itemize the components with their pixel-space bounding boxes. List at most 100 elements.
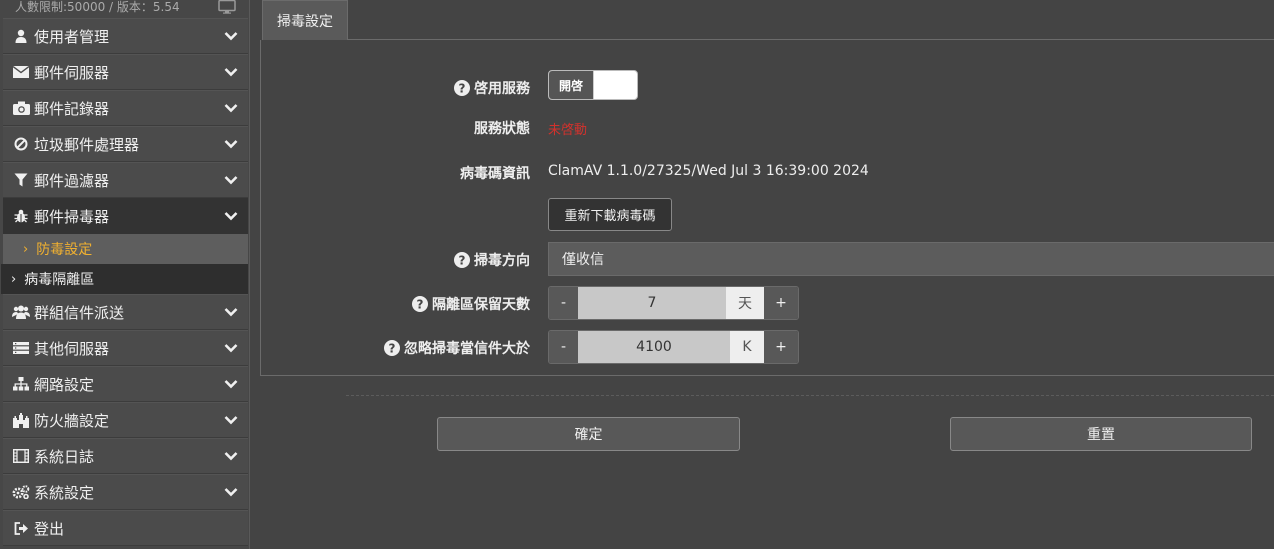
sidebar-item-mail-antivirus[interactable]: 郵件掃毒器 — [3, 198, 248, 234]
chevron-down-icon — [224, 68, 238, 77]
chevron-down-icon — [224, 32, 238, 41]
sidebar-item-label: 系統設定 — [34, 483, 95, 502]
quarantine-days-label: ? 隔離區保留天數 — [412, 294, 530, 314]
service-status-label: 服務狀態 — [474, 118, 530, 138]
chevron-down-icon — [224, 416, 238, 425]
svg-text:?: ? — [459, 82, 466, 96]
sidebar-item-system-log[interactable]: 系統日誌 — [3, 438, 248, 474]
reset-button[interactable]: 重置 — [950, 417, 1252, 451]
scan-direction-select[interactable]: 僅收信 — [548, 242, 1274, 276]
server-icon — [11, 340, 31, 356]
sidebar-item-label: 其他伺服器 — [34, 339, 110, 358]
svg-text:?: ? — [459, 254, 466, 268]
sidebar-item-label: 郵件掃毒器 — [34, 207, 110, 226]
subitem-label: 防毒設定 — [36, 242, 93, 258]
sidebar-item-group-mail[interactable]: 群組信件派送 — [3, 294, 248, 330]
chevron-down-icon — [224, 308, 238, 317]
chevron-right-icon: › — [23, 241, 29, 257]
label-text: 忽略掃毒當信件大於 — [404, 341, 530, 357]
label-text: 啓用服務 — [474, 81, 530, 97]
tab-label: 掃毒設定 — [277, 13, 333, 30]
sidebar-item-mail-server[interactable]: 郵件伺服器 — [3, 54, 248, 90]
label-text: 服務狀態 — [474, 121, 530, 137]
chevron-down-icon — [224, 488, 238, 497]
sidebar-item-other-servers[interactable]: 其他伺服器 — [3, 330, 248, 366]
sidebar-item-label: 垃圾郵件處理器 — [34, 135, 140, 154]
sidebar-item-label: 使用者管理 — [34, 27, 110, 46]
unit-label: 天 — [726, 287, 764, 319]
gears-icon — [11, 484, 31, 500]
question-circle-icon[interactable]: ? — [412, 296, 428, 312]
license-text: 人數限制:50000 / 版本：5.54 — [15, 0, 180, 14]
chevron-down-icon — [224, 380, 238, 389]
virus-db-value: ClamAV 1.1.0/27325/Wed Jul 3 16:39:00 20… — [548, 163, 869, 179]
enable-service-toggle[interactable]: 開啓 — [548, 70, 638, 100]
chevron-down-icon — [224, 140, 238, 149]
subitem-label: 病毒隔離區 — [24, 272, 95, 288]
divider — [346, 395, 1274, 396]
envelope-icon — [11, 64, 31, 80]
sidebar-item-spam-handler[interactable]: 垃圾郵件處理器 — [3, 126, 248, 162]
increment-button[interactable]: + — [764, 287, 798, 319]
tab-scan-settings[interactable]: 掃毒設定 — [262, 0, 348, 40]
filter-icon — [11, 172, 31, 188]
sitemap-icon — [11, 376, 31, 392]
users-icon — [11, 304, 31, 320]
film-icon — [11, 448, 31, 464]
sidebar-item-mail-logger[interactable]: 郵件記錄器 — [3, 90, 248, 126]
quarantine-days-stepper: - 7 天 + — [548, 286, 799, 320]
bug-icon — [11, 208, 31, 224]
ban-icon — [11, 136, 31, 152]
ignore-size-label: ? 忽略掃毒當信件大於 — [384, 338, 530, 358]
sidebar-item-user-management[interactable]: 使用者管理 — [3, 18, 248, 54]
sidebar-item-network-settings[interactable]: 網路設定 — [3, 366, 248, 402]
sidebar-item-label: 登出 — [34, 519, 65, 538]
label-text: 掃毒方向 — [474, 253, 530, 269]
sidebar-item-label: 群組信件派送 — [34, 303, 125, 322]
question-circle-icon[interactable]: ? — [384, 340, 400, 356]
chevron-down-icon — [224, 344, 238, 353]
confirm-button[interactable]: 確定 — [437, 417, 740, 451]
chevron-right-icon: › — [11, 271, 17, 287]
label-text: 隔離區保留天數 — [432, 297, 530, 313]
service-status-value: 未啓動 — [548, 123, 588, 138]
decrement-button[interactable]: - — [549, 287, 578, 319]
subitem-virus-quarantine[interactable]: › 病毒隔離區 — [1, 264, 248, 294]
increment-button[interactable]: + — [764, 331, 798, 363]
select-value: 僅收信 — [562, 252, 604, 268]
sidebar-item-label: 系統日誌 — [34, 447, 95, 466]
ignore-size-stepper: - 4100 K + — [548, 330, 799, 364]
enable-service-label: ? 啓用服務 — [454, 78, 530, 98]
sidebar-item-label: 郵件記錄器 — [34, 99, 110, 118]
monitor-icon[interactable] — [218, 0, 236, 14]
castle-icon — [11, 412, 31, 428]
license-info: 人數限制:50000 / 版本：5.54 — [0, 0, 249, 18]
question-circle-icon[interactable]: ? — [454, 80, 470, 96]
sidebar-item-mail-filter[interactable]: 郵件過濾器 — [3, 162, 248, 198]
camera-icon — [11, 100, 31, 116]
subitem-antivirus-settings[interactable]: › 防毒設定 — [3, 234, 248, 264]
svg-text:?: ? — [389, 342, 396, 356]
question-circle-icon[interactable]: ? — [454, 252, 470, 268]
sidebar: 人數限制:50000 / 版本：5.54 使用者管理 郵件伺服器 郵件記錄器 垃… — [0, 0, 250, 549]
toggle-on-label: 開啓 — [549, 71, 594, 99]
svg-text:?: ? — [417, 298, 424, 312]
quarantine-days-input[interactable]: 7 — [578, 287, 726, 319]
unit-label: K — [730, 331, 764, 363]
tab-bar: 掃毒設定 — [262, 0, 1274, 40]
sidebar-item-label: 郵件過濾器 — [34, 171, 110, 190]
sidebar-item-label: 郵件伺服器 — [34, 63, 110, 82]
scan-direction-label: ? 掃毒方向 — [454, 250, 530, 270]
sidebar-item-logout[interactable]: 登出 — [3, 510, 248, 546]
chevron-down-icon — [224, 176, 238, 185]
sign-out-icon — [11, 520, 31, 536]
sidebar-item-firewall-settings[interactable]: 防火牆設定 — [3, 402, 248, 438]
ignore-size-input[interactable]: 4100 — [578, 331, 730, 363]
decrement-button[interactable]: - — [549, 331, 578, 363]
sidebar-item-system-settings[interactable]: 系統設定 — [3, 474, 248, 510]
sidebar-item-label: 防火牆設定 — [34, 411, 110, 430]
chevron-down-icon — [224, 104, 238, 113]
reload-virus-db-button[interactable]: 重新下載病毒碼 — [548, 198, 672, 231]
label-text: 病毒碼資訊 — [460, 166, 530, 182]
virus-db-label: 病毒碼資訊 — [460, 163, 530, 183]
